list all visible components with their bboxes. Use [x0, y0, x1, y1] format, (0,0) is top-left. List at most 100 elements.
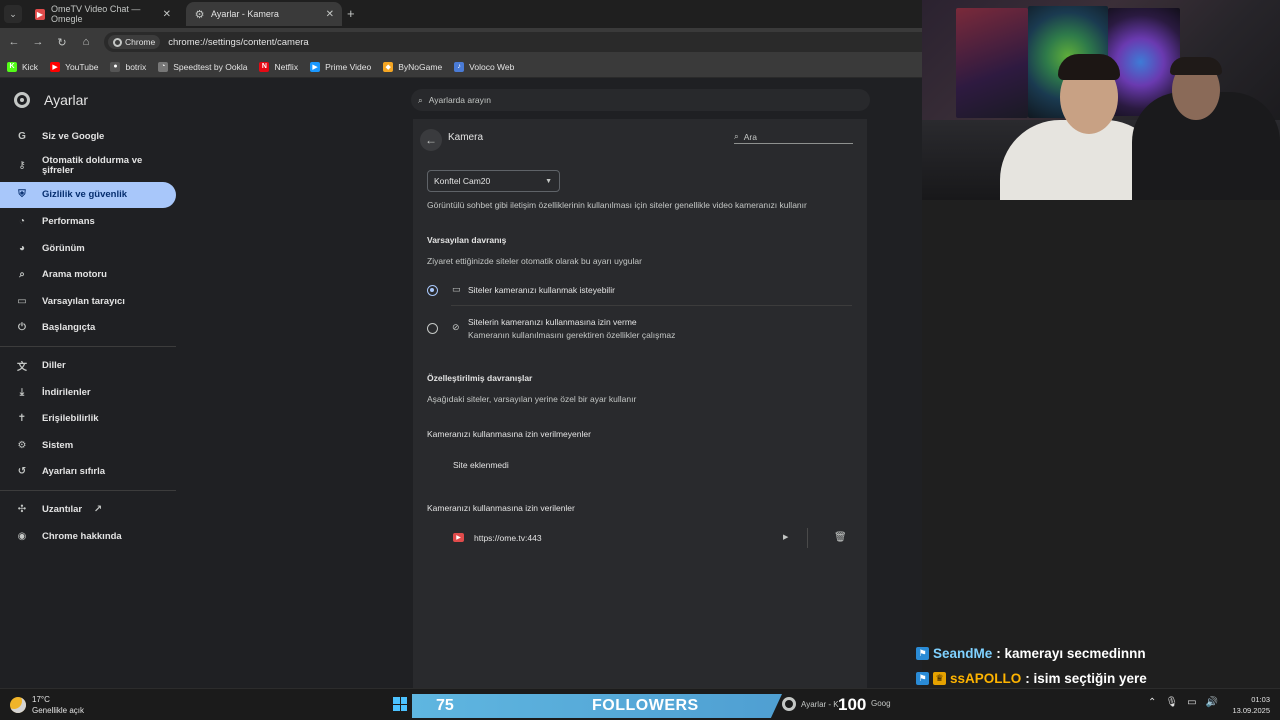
chevron-up-icon[interactable]: ⌃	[1148, 697, 1156, 708]
search-icon: ⌕	[734, 131, 739, 141]
reload-icon[interactable]: ↻	[54, 34, 70, 50]
bookmark-favicon-icon: ▶	[50, 61, 61, 72]
radio-block[interactable]	[427, 323, 438, 334]
back-arrow-icon[interactable]: ←	[6, 34, 22, 50]
tab-ometv[interactable]: ▶ OmeTV Video Chat — Omegle ✕	[27, 2, 179, 26]
allowed-site-url[interactable]: https://ome.tv:443	[474, 533, 542, 543]
blocked-empty-text: Site eklenmedi	[453, 460, 509, 470]
page-title: Ayarlar	[44, 92, 89, 108]
sidebar-item[interactable]: ▭ Varsayılan tarayıcı	[0, 288, 178, 315]
camera-search-input[interactable]: ⌕ Ara	[734, 130, 853, 144]
close-icon[interactable]: ✕	[326, 9, 334, 20]
sidebar-item[interactable]: ◕ Görünüm	[0, 235, 178, 262]
sidebar-item[interactable]: ◔ Performans	[0, 208, 178, 235]
sidebar-item-label: Arama motoru	[42, 269, 107, 281]
bookmark-favicon-icon: ◆	[383, 61, 394, 72]
tab-title: OmeTV Video Chat — Omegle	[50, 4, 141, 24]
bookmark-label: Speedtest by Ookla	[173, 61, 248, 72]
divider	[451, 305, 852, 306]
sidebar-item[interactable]: ⚷ Otomatik doldurma ve şifreler	[0, 150, 178, 182]
sidebar-item[interactable]: G Siz ve Google	[0, 123, 178, 150]
clock[interactable]: 01:03 13.09.2025	[1226, 694, 1270, 716]
followers-count: 75	[436, 697, 454, 714]
system-tray: ⌃ 🎙 ▭ 🔊	[1148, 697, 1218, 708]
sidebar-item[interactable]: ⏻ Başlangıçta	[0, 315, 178, 342]
chevron-right-icon[interactable]: ▶	[783, 533, 788, 541]
sidebar-item[interactable]: ◉ Chrome hakkında	[0, 523, 178, 550]
sidebar-item[interactable]: 文 Diller	[0, 352, 178, 379]
bookmark-item[interactable]: ● botrix	[110, 61, 146, 72]
trash-icon[interactable]: 🗑	[834, 532, 847, 543]
sidebar-item[interactable]: ↺ Ayarları sıfırla	[0, 459, 178, 486]
settings-page: Ayarlar ⌕ Ayarlarda arayın G Siz ve Googl…	[0, 79, 922, 688]
weather-widget[interactable]: 17°C Genellikle açık	[10, 694, 84, 716]
bookmark-item[interactable]: ▶ YouTube	[50, 61, 98, 72]
section-title: Kamera	[448, 132, 484, 143]
sidebar-item-label: Otomatik doldurma ve şifreler	[42, 154, 143, 176]
sidebar-item[interactable]: ⛨ Gizlilik ve güvenlik	[0, 181, 176, 209]
bookmark-label: Prime Video	[325, 61, 372, 72]
network-icon[interactable]: ▭	[1187, 697, 1196, 708]
followers-label: FOLLOWERS	[592, 697, 699, 714]
dropdown-arrow-icon: ▼	[545, 177, 552, 185]
sidebar-item[interactable]: ⤓ İndirilenler	[0, 379, 178, 406]
new-tab-button[interactable]: +	[347, 6, 355, 21]
person-left-hair	[1058, 54, 1120, 80]
url-text[interactable]: chrome://settings/content/camera	[168, 37, 308, 48]
option-allow-label[interactable]: Siteler kameranızı kullanmak isteyebilir	[468, 285, 615, 295]
sidebar-item-label: Uzantılar	[42, 503, 83, 515]
divider	[0, 490, 176, 492]
tab-search-button[interactable]: ⌄	[4, 5, 22, 23]
chat-message: ⚑ ♛ ssAPOLLO: isim seçtiğin yere	[916, 671, 1147, 686]
microphone-icon[interactable]: 🎙	[1165, 697, 1178, 708]
radio-allow[interactable]	[427, 285, 438, 296]
chat-badge-icon: ⚑	[916, 672, 929, 685]
download-icon: ⤓	[19, 386, 25, 398]
site-info-chip[interactable]: Chrome	[108, 35, 161, 49]
sidebar-item-label: Chrome hakkında	[42, 530, 122, 542]
bookmark-item[interactable]: N Netflix	[259, 61, 298, 72]
taskbar-app-label: Ayarlar - K	[801, 699, 839, 709]
stream-overlay-pane: ⚑ SeandMe: kamerayı secmedinnn ⚑ ♛ ssAPOLLO:…	[916, 0, 1280, 711]
bookmark-item[interactable]: ▶ Prime Video	[310, 61, 372, 72]
back-button[interactable]: ←	[420, 129, 442, 151]
bookmark-item[interactable]: ◔ Speedtest by Ookla	[158, 61, 248, 72]
sidebar-item[interactable]: ⌕ Arama motoru	[0, 261, 178, 288]
sidebar-item[interactable]: ⚙ Sistem	[0, 432, 178, 459]
option-block-label[interactable]: Sitelerin kameranızı kullanmasına izin v…	[468, 317, 637, 327]
volume-icon[interactable]: 🔊	[1206, 697, 1218, 708]
key-icon: ⚷	[18, 159, 26, 171]
palette-icon: ◕	[18, 242, 26, 254]
chat-username: ssAPOLLO	[950, 671, 1022, 686]
bookmark-favicon-icon: K	[7, 61, 17, 72]
clock-date: 13.09.2025	[1232, 706, 1270, 715]
weather-temperature: 17°C	[32, 695, 50, 704]
wall-art-left	[956, 8, 1028, 118]
address-bar[interactable]: Chrome chrome://settings/content/camera	[104, 32, 922, 52]
windows-start-icon[interactable]	[393, 697, 407, 711]
taskbar-chrome-app[interactable]: Ayarlar - K	[782, 697, 839, 711]
camera-settings-card: ← Kamera ⌕ Ara Konftel Cam20 ▼ Görüntülü…	[413, 119, 867, 688]
sidebar-item-label: Ayarları sıfırla	[42, 466, 106, 478]
home-icon[interactable]: ⌂	[78, 34, 94, 50]
tab-settings-camera[interactable]: ⚙ Ayarlar - Kamera ✕	[186, 2, 342, 26]
default-behavior-description: Ziyaret ettiğinizde siteler otomatik ola…	[427, 256, 642, 266]
search-placeholder: Ayarlarda arayın	[428, 95, 491, 105]
sidebar-item[interactable]: ✣ Uzantılar ↗	[0, 496, 178, 523]
bookmark-item[interactable]: ♪ Voloco Web	[454, 61, 514, 72]
divider	[0, 346, 176, 348]
bookmarks-bar: K Kick ▶ YouTube ● botrix ◔ Speedtest by Ookla N…	[0, 56, 922, 78]
power-icon: ⏻	[18, 322, 26, 334]
bookmark-item[interactable]: K Kick	[7, 61, 38, 72]
chat-badge-icon: ⚑	[916, 647, 929, 660]
settings-search-input[interactable]: ⌕ Ayarlarda arayın	[411, 89, 870, 111]
chat-text: : isim seçtiğin yere	[1025, 671, 1147, 686]
default-behavior-heading: Varsayılan davranış	[427, 235, 507, 245]
browser-toolbar: ← → ↻ ⌂ Chrome chrome://settings/content…	[0, 28, 922, 56]
sidebar-item[interactable]: ✝ Erişilebilirlik	[0, 405, 178, 432]
bookmark-item[interactable]: ◆ ByNoGame	[383, 61, 442, 72]
camera-device-select[interactable]: Konftel Cam20 ▼	[427, 170, 560, 192]
close-icon[interactable]: ✕	[163, 9, 171, 20]
forward-arrow-icon[interactable]: →	[30, 34, 46, 50]
search-icon: ⌕	[418, 94, 423, 105]
